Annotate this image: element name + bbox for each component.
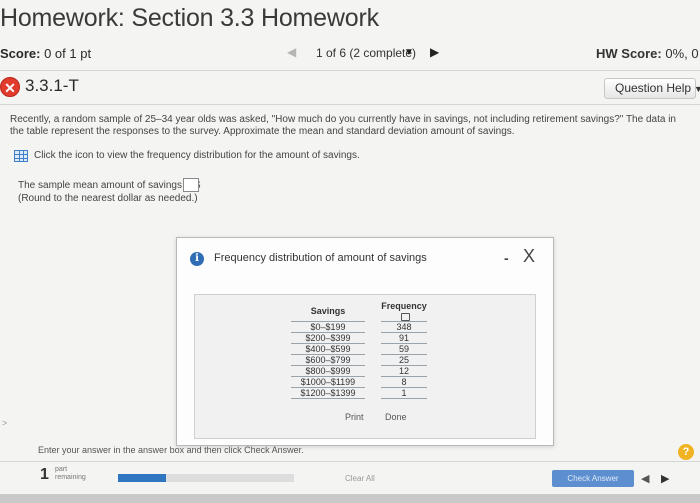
table-row: $400–$599 59 <box>291 343 427 355</box>
column-header-frequency: Frequency <box>381 301 427 322</box>
page-title: Homework: Section 3.3 Homework <box>0 4 379 32</box>
done-button[interactable]: Done <box>385 412 407 422</box>
savings-cell: $600–$799 <box>291 354 365 366</box>
savings-cell: $800–$999 <box>291 365 365 377</box>
divider <box>0 70 700 71</box>
column-header-savings: Savings <box>310 306 346 316</box>
frequency-cell: 91 <box>381 332 427 344</box>
incorrect-icon: ✕ <box>0 77 20 97</box>
dialog-content: Savings Frequency $0–$199 348 $200–$399 91… <box>194 294 536 439</box>
question-help-button[interactable]: Question Help ▼ <box>604 78 700 99</box>
table-row: $200–$399 91 <box>291 332 427 344</box>
question-id: 3.3.1-T <box>25 76 79 95</box>
divider <box>0 461 700 462</box>
table-row: $0–$199 348 <box>291 321 427 333</box>
answer-instruction: Enter your answer in the answer box and … <box>38 445 304 455</box>
hw-score: HW Score: 0%, 0 o <box>596 46 700 61</box>
remaining-label: remaining <box>55 474 86 481</box>
divider <box>0 104 700 105</box>
score-label: Score: <box>0 46 41 61</box>
savings-cell: $200–$399 <box>291 332 365 344</box>
help-icon[interactable]: ? <box>678 444 694 460</box>
savings-cell: $0–$199 <box>291 321 365 333</box>
table-row: $800–$999 12 <box>291 365 427 377</box>
frequency-cell: 12 <box>381 365 427 377</box>
question-progress[interactable]: 1 of 6 (2 complete) <box>316 46 416 60</box>
close-icon[interactable]: X <box>523 246 535 267</box>
frequency-table: Savings Frequency $0–$199 348 $200–$399 91… <box>291 301 427 399</box>
cell-gap <box>365 322 381 333</box>
frequency-cell: 1 <box>381 387 427 399</box>
cell-gap <box>365 366 381 377</box>
frequency-link-text: Click the icon to view the frequency dis… <box>34 150 360 161</box>
score-value: 0 of 1 pt <box>44 46 92 61</box>
progress-bar <box>118 474 166 482</box>
parts-remaining-count: 1 <box>40 466 49 483</box>
cell-gap <box>365 344 381 355</box>
table-icon[interactable] <box>14 150 28 162</box>
frequency-cell: 25 <box>381 354 427 366</box>
question-prompt: Recently, a random sample of 25–34 year … <box>10 114 676 137</box>
clear-all-button[interactable]: Clear All <box>345 474 375 483</box>
chevron-right-icon: > <box>2 418 8 428</box>
savings-cell: $400–$599 <box>291 343 365 355</box>
bottom-bar <box>0 494 700 503</box>
mean-label: The sample mean amount of savings is $ <box>18 180 201 191</box>
copy-icon[interactable] <box>400 312 410 321</box>
check-answer-button[interactable]: Check Answer <box>552 470 634 487</box>
savings-cell: $1000–$1199 <box>291 376 365 388</box>
answer-input[interactable] <box>183 178 199 192</box>
progress-track <box>166 474 294 482</box>
table-row: $1000–$1199 8 <box>291 376 427 388</box>
savings-cell: $1200–$1399 <box>291 387 365 399</box>
info-icon: i <box>190 252 204 266</box>
question-header: ✕ 3.3.1-T Question Help ▼ <box>0 74 700 100</box>
chevron-down-icon: ▼ <box>694 84 700 94</box>
rounding-note: (Round to the nearest dollar as needed.) <box>18 193 198 204</box>
frequency-dialog: i Frequency distribution of amount of sa… <box>176 237 554 446</box>
frequency-cell: 59 <box>381 343 427 355</box>
previous-question-icon[interactable]: ◀ <box>641 472 649 485</box>
score-row: Score: 0 of 1 pt ◀ 1 of 6 (2 complete) ▼… <box>0 45 700 66</box>
score-display: Score: 0 of 1 pt <box>0 46 91 61</box>
question-help-label: Question Help <box>615 81 692 95</box>
cell-gap <box>365 377 381 388</box>
previous-question-icon[interactable]: ◀ <box>287 45 296 59</box>
frequency-cell: 8 <box>381 376 427 388</box>
table-row: $600–$799 25 <box>291 354 427 366</box>
table-row: $1200–$1399 1 <box>291 387 427 399</box>
print-button[interactable]: Print <box>345 412 364 422</box>
column-header-frequency-label: Frequency <box>381 301 427 311</box>
next-question-icon[interactable]: ▶ <box>661 472 669 485</box>
column-spacer <box>365 301 381 322</box>
dialog-title: Frequency distribution of amount of savi… <box>214 252 427 264</box>
progress-dropdown-icon[interactable]: ▼ <box>404 47 414 58</box>
cell-gap <box>365 388 381 399</box>
hw-score-label: HW Score: <box>596 46 662 61</box>
hw-score-value: 0%, 0 o <box>665 46 700 61</box>
parts-label: part <box>55 466 68 473</box>
next-question-icon[interactable]: ▶ <box>430 45 439 59</box>
cell-gap <box>365 355 381 366</box>
minimize-icon[interactable]: - <box>504 250 509 266</box>
frequency-cell: 348 <box>381 321 427 333</box>
cell-gap <box>365 333 381 344</box>
